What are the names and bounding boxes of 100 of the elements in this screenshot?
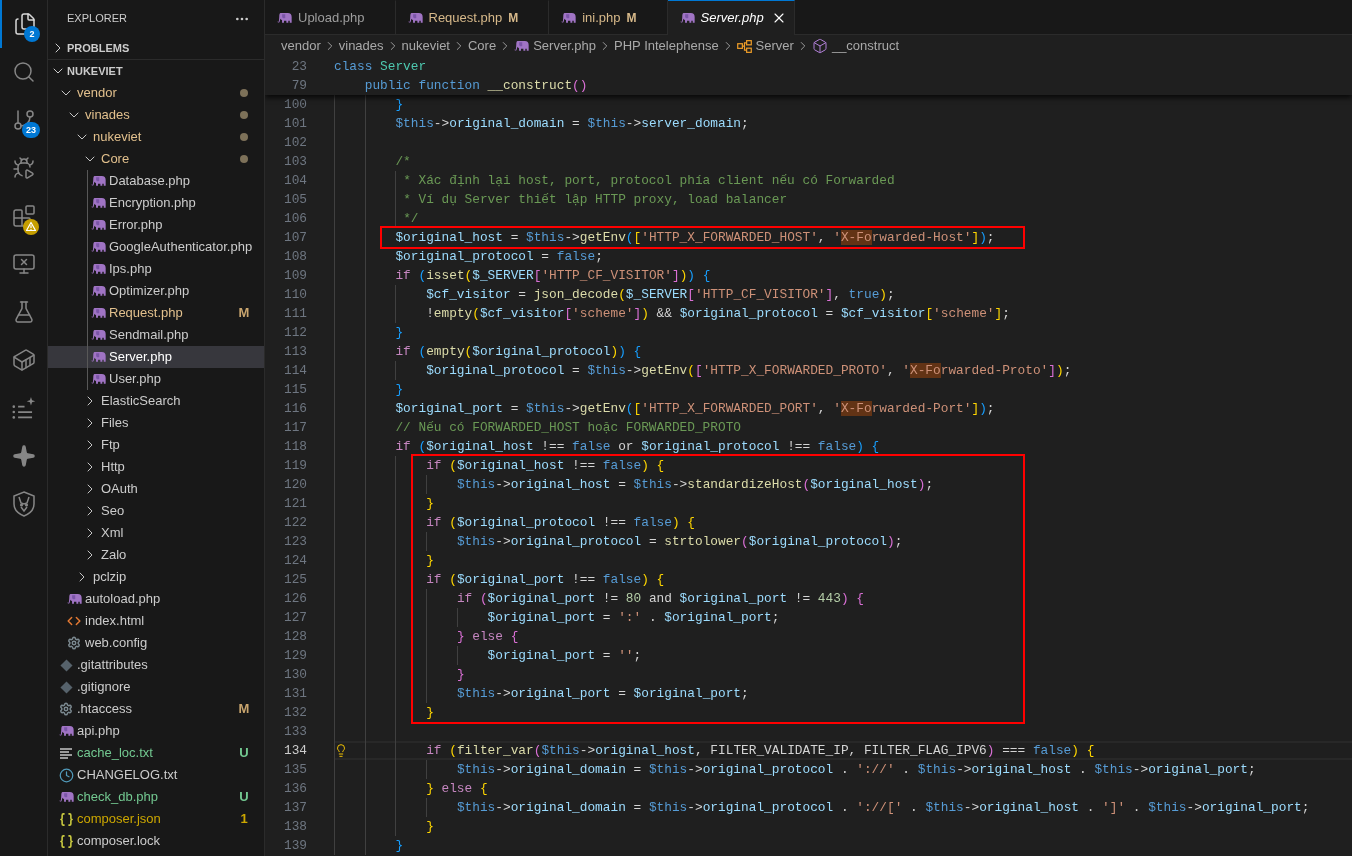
tree-item[interactable]: check_db.php U: [48, 786, 264, 808]
breadcrumb-item[interactable]: PHP Intelephense: [614, 36, 719, 56]
clock-icon: [58, 767, 74, 783]
elephant-icon: [514, 41, 530, 51]
tree-item[interactable]: api.php: [48, 720, 264, 742]
tab[interactable]: Request.php M: [395, 0, 550, 35]
tree-item[interactable]: web.config: [48, 632, 264, 654]
shield-icon: [12, 491, 35, 517]
code-line: $original_protocol = $this->getEnv(['HTTP_X_FORWARDED_PROTO', 'X-Forwarded-Proto']);: [426, 363, 1072, 378]
elephant-icon: [90, 286, 106, 296]
line-number: 122: [282, 514, 307, 532]
elephant-icon: [679, 13, 695, 23]
activity-bar-item[interactable]: 23: [0, 96, 47, 144]
diamond-icon: [59, 680, 73, 694]
tree-item[interactable]: composer.json 1: [48, 808, 264, 830]
branch-icon: [11, 108, 36, 132]
monitor-x-icon: [11, 252, 36, 276]
tree-item[interactable]: CHANGELOG.txt: [48, 764, 264, 786]
code-icon: [67, 614, 81, 628]
code-line: }: [395, 97, 404, 112]
line-number: 126: [282, 590, 307, 608]
breadcrumb-item[interactable]: vinades: [338, 36, 384, 56]
elephant-icon: [90, 242, 106, 252]
code-line: $original_host = $this->getEnv(['HTTP_X_FORWARDED_HOST', 'X-Forwarded-Host']);: [395, 230, 995, 245]
tree-item[interactable]: Encryption.php: [48, 192, 264, 214]
tree-item[interactable]: Database.php: [48, 170, 264, 192]
tree-item[interactable]: OAuth: [48, 478, 264, 500]
line-number: 118: [282, 438, 307, 456]
tab[interactable]: Server.php: [667, 0, 795, 35]
line-number: 119: [282, 457, 307, 475]
lightbulb-icon[interactable]: [334, 743, 348, 758]
tree-item[interactable]: Request.php M: [48, 302, 264, 324]
elephant-icon: [90, 220, 106, 230]
tab[interactable]: ini.php M: [549, 0, 668, 35]
tree-item[interactable]: Ips.php: [48, 258, 264, 280]
code-line: }: [456, 667, 465, 682]
tree-item[interactable]: Core: [48, 148, 264, 170]
line-number: 102: [282, 134, 307, 152]
line-number: 106: [282, 210, 307, 228]
tree-item[interactable]: Seo: [48, 500, 264, 522]
section-header[interactable]: PROBLEMS: [48, 37, 264, 59]
breadcrumb-item[interactable]: vendor: [281, 36, 321, 56]
gear-icon: [59, 702, 73, 716]
code-line: if (isset($_SERVER['HTTP_CF_VISITOR'])) {: [395, 268, 711, 283]
tree-item[interactable]: Server.php: [48, 346, 264, 368]
tree-item[interactable]: nukeviet: [48, 126, 264, 148]
code-line: $original_port = '';: [487, 648, 642, 663]
line-number: 121: [282, 495, 307, 513]
elephant-icon: [90, 264, 106, 274]
tree-item[interactable]: vinades: [48, 104, 264, 126]
line-number: 107: [282, 229, 307, 247]
section-header[interactable]: NUKEVIET: [48, 60, 264, 82]
tree-item[interactable]: Xml: [48, 522, 264, 544]
elephant-icon: [90, 176, 106, 186]
breadcrumb-item[interactable]: Server: [736, 36, 794, 56]
elephant-icon: [90, 374, 106, 384]
breadcrumb-item[interactable]: nukeviet: [401, 36, 450, 56]
tree-item[interactable]: GoogleAuthenticator.php: [48, 236, 264, 258]
git-status: U: [238, 744, 250, 763]
code-line: } else {: [456, 629, 519, 644]
cube-icon: [811, 38, 828, 54]
code-line: if ($original_host !== false or $original_protocol !== false) {: [395, 439, 880, 454]
tree-item[interactable]: vendor: [48, 82, 264, 104]
tree-item[interactable]: composer.lock: [48, 830, 264, 852]
tree-item[interactable]: Files: [48, 412, 264, 434]
list-sparkle-icon: [11, 397, 36, 419]
line-number: 138: [282, 818, 307, 836]
code-line: }: [395, 325, 404, 340]
breadcrumb-item[interactable]: Core: [468, 36, 497, 56]
code-line: $original_port = ':' . $original_port;: [487, 610, 780, 625]
tree-item[interactable]: autoload.php: [48, 588, 264, 610]
tree-item[interactable]: Error.php: [48, 214, 264, 236]
elephant-icon: [90, 330, 106, 340]
breadcrumb-item[interactable]: Server.php: [514, 36, 597, 56]
tree-item[interactable]: Ftp: [48, 434, 264, 456]
tab[interactable]: Upload.php: [265, 0, 396, 35]
code-line: } else {: [426, 781, 488, 796]
files-icon: [12, 12, 37, 36]
tree-item[interactable]: index.html: [48, 610, 264, 632]
tree-item[interactable]: ElasticSearch: [48, 390, 264, 412]
elephant-icon: [90, 308, 106, 318]
git-status: U: [238, 788, 250, 807]
code-line: /*: [395, 154, 411, 169]
code-line: */: [403, 211, 419, 226]
tree-item[interactable]: .gitignore: [48, 676, 264, 698]
code-line: }: [426, 496, 434, 511]
tree-item[interactable]: pclzip: [48, 566, 264, 588]
code-line: if ($original_port != 80 and $original_port != 443) {: [456, 591, 864, 606]
tree-item[interactable]: .htaccess M: [48, 698, 264, 720]
tree-item[interactable]: Http: [48, 456, 264, 478]
tree-item[interactable]: Zalo: [48, 544, 264, 566]
breadcrumb-item[interactable]: __construct: [811, 36, 900, 56]
line-number: 127: [282, 609, 307, 627]
tree-item[interactable]: .gitattributes: [48, 654, 264, 676]
tree-item[interactable]: cache_loc.txt U: [48, 742, 264, 764]
code-line: class Server: [334, 59, 427, 74]
tree-item[interactable]: Optimizer.php: [48, 280, 264, 302]
tree-item[interactable]: User.php: [48, 368, 264, 390]
code-line: $this->original_port = $original_port;: [456, 686, 749, 701]
tree-item[interactable]: Sendmail.php: [48, 324, 264, 346]
